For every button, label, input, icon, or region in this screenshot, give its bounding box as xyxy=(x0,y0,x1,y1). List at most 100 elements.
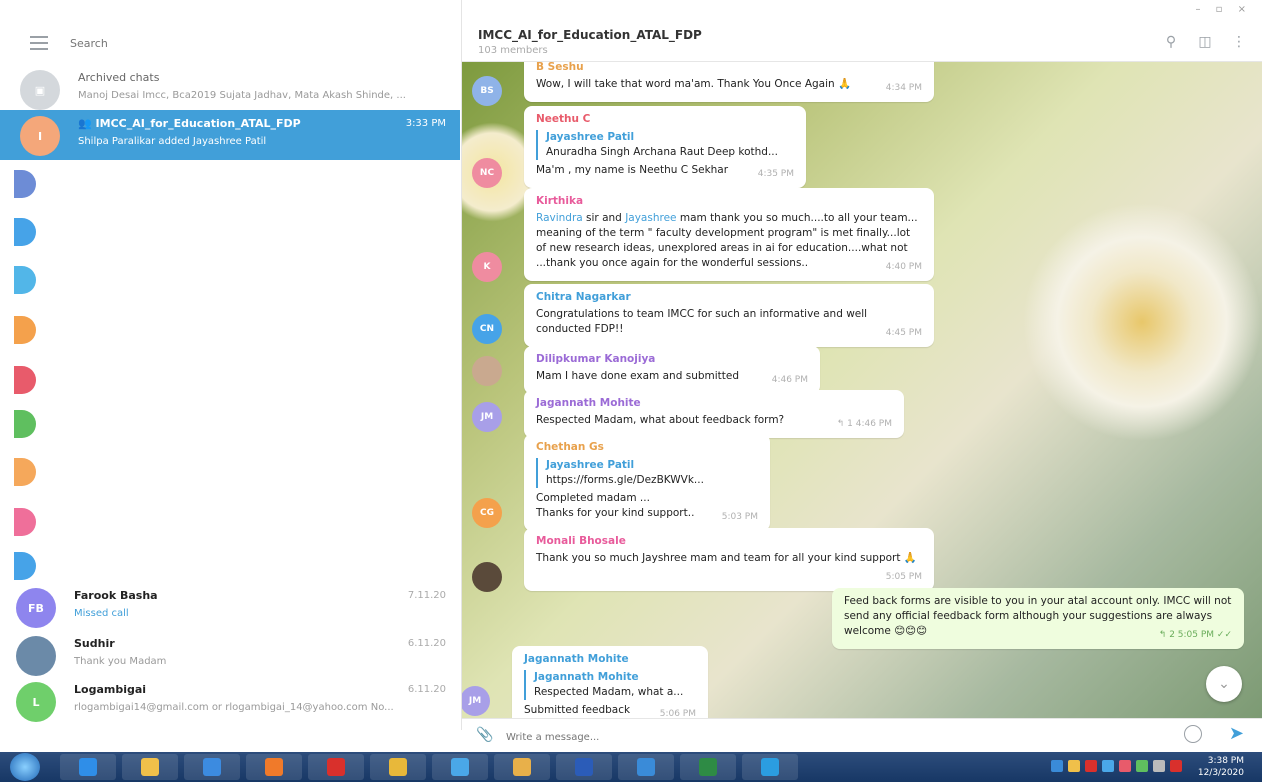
incoming-message[interactable]: Neethu C Jayashree Patil Anuradha Singh Ar… xyxy=(524,106,806,188)
incoming-message[interactable]: Jagannath Mohite Respected Madam, what ab… xyxy=(524,390,904,438)
reply-author: Jagannath Mohite xyxy=(534,671,639,683)
flag-icon[interactable] xyxy=(1170,760,1182,772)
chrome-icon xyxy=(389,758,407,776)
chat-item-imcc-group[interactable]: I 👥 IMCC_AI_for_Education_ATAL_FDP Shilp… xyxy=(0,110,460,160)
avatar: L xyxy=(16,682,56,722)
sender-name[interactable]: Dilipkumar Kanojiya xyxy=(536,352,808,367)
taskbar-media-button[interactable] xyxy=(184,754,240,780)
incoming-message[interactable]: Chethan Gs Jayashree Patil https://forms.g… xyxy=(524,434,770,531)
archived-subtitle: Manoj Desai Imcc, Bca2019 Sujata Jadhav,… xyxy=(78,90,406,101)
chat-avatar-partial[interactable] xyxy=(14,218,36,246)
chat-item-logambigai[interactable]: L Logambigai rlogambigai14@gmail.com or … xyxy=(0,676,460,726)
tray-icon[interactable] xyxy=(1068,760,1080,772)
sender-name[interactable]: Jagannath Mohite xyxy=(524,652,696,667)
mention[interactable]: Jayashree xyxy=(625,212,676,224)
acrobat-icon xyxy=(327,758,345,776)
sender-avatar[interactable]: JM xyxy=(472,402,502,432)
sender-name[interactable]: Jagannath Mohite xyxy=(536,396,892,411)
taskbar-telegram-button[interactable] xyxy=(742,754,798,780)
attach-icon[interactable]: 📎 xyxy=(476,727,493,743)
sender-name[interactable]: B Seshu xyxy=(536,62,922,75)
sender-avatar[interactable] xyxy=(472,562,502,592)
incoming-message[interactable]: Dilipkumar Kanojiya Mam I have done exam … xyxy=(524,346,820,394)
tray-icon[interactable] xyxy=(1136,760,1148,772)
message-time: 4:40 PM xyxy=(885,262,922,272)
reply-quote[interactable]: Jayashree Patil Anuradha Singh Archana Ra… xyxy=(536,130,794,160)
taskbar-file-explorer-button[interactable] xyxy=(122,754,178,780)
reply-quote[interactable]: Jagannath Mohite Respected Madam, what a.… xyxy=(524,670,696,700)
chat-avatar-partial[interactable] xyxy=(14,316,36,344)
message-time: 5:05 PM xyxy=(885,572,922,582)
chat-avatar-partial[interactable] xyxy=(14,552,36,580)
sender-avatar[interactable]: CG xyxy=(472,498,502,528)
sender-avatar[interactable]: NC xyxy=(472,158,502,188)
internet-explorer-icon xyxy=(79,758,97,776)
tray-icon[interactable] xyxy=(1051,760,1063,772)
chat-item-sudhir[interactable]: Sudhir Thank you Madam 6.11.20 xyxy=(0,630,460,680)
reply-quote[interactable]: Jayashree Patil https://forms.gle/DezBKWV… xyxy=(536,458,758,488)
chat-time: 6.11.20 xyxy=(407,638,446,649)
taskbar-folder-button[interactable] xyxy=(494,754,550,780)
chat-avatar-partial[interactable] xyxy=(14,410,36,438)
sender-name[interactable]: Kirthika xyxy=(536,194,922,209)
sender-name[interactable]: Chethan Gs xyxy=(536,440,758,455)
taskbar-presentation-button[interactable] xyxy=(618,754,674,780)
message-text: Ma'm , my name is Neethu C Sekhar 4:35 PM xyxy=(536,163,794,179)
chat-time: 6.11.20 xyxy=(407,684,446,695)
taskbar-network-button[interactable] xyxy=(432,754,488,780)
tray-icon[interactable] xyxy=(1102,760,1114,772)
taskbar-clock[interactable]: 3:38 PM 12/3/2020 xyxy=(1198,755,1244,779)
taskbar-excel-button[interactable] xyxy=(680,754,736,780)
start-button[interactable] xyxy=(10,753,40,781)
tray-icon[interactable] xyxy=(1085,760,1097,772)
sender-name[interactable]: Neethu C xyxy=(536,112,794,127)
sender-name[interactable]: Chitra Nagarkar xyxy=(536,290,922,305)
taskbar-internet-explorer-button[interactable] xyxy=(60,754,116,780)
menu-icon[interactable] xyxy=(30,36,48,50)
mention[interactable]: Ravindra xyxy=(536,212,583,224)
firefox-icon xyxy=(265,758,283,776)
message-time: 4:45 PM xyxy=(885,328,922,338)
outgoing-message[interactable]: Feed back forms are visible to you in yo… xyxy=(832,588,1244,649)
message-time: ↰ 1 4:46 PM xyxy=(836,419,892,429)
volume-icon[interactable] xyxy=(1153,760,1165,772)
archived-chats-row[interactable]: ▣ Archived chats Manoj Desai Imcc, Bca20… xyxy=(0,64,460,114)
taskbar-acrobat-button[interactable] xyxy=(308,754,364,780)
sender-avatar[interactable] xyxy=(472,356,502,386)
message-text: Mam I have done exam and submitted 4:46 P… xyxy=(536,369,808,385)
chat-avatar-partial[interactable] xyxy=(14,266,36,294)
chat-header[interactable]: IMCC_AI_for_Education_ATAL_FDP 103 membe… xyxy=(462,20,1262,62)
incoming-message[interactable]: B Seshu Wow, I will take that word ma'am.… xyxy=(524,62,934,102)
sender-avatar[interactable]: JM xyxy=(462,686,490,716)
chat-avatar-partial[interactable] xyxy=(14,170,36,198)
message-composer: 📎 ➤ xyxy=(462,718,1262,754)
message-text: Congratulations to team IMCC for such an… xyxy=(536,307,922,338)
send-icon[interactable]: ➤ xyxy=(1229,723,1244,744)
chat-item-farook-basha[interactable]: FB Farook Basha Missed call 7.11.20 xyxy=(0,582,460,632)
incoming-message[interactable]: Kirthika Ravindra sir and Jayashree mam t… xyxy=(524,188,934,281)
chat-avatar-partial[interactable] xyxy=(14,458,36,486)
sender-avatar[interactable]: BS xyxy=(472,76,502,106)
window-controls[interactable]: – ▫ × xyxy=(1195,4,1252,15)
avatar xyxy=(16,636,56,676)
chat-avatar-partial[interactable] xyxy=(14,508,36,536)
sender-avatar[interactable]: K xyxy=(472,252,502,282)
sidebar-toggle-icon[interactable]: ◫ xyxy=(1196,33,1214,51)
search-input[interactable] xyxy=(70,30,450,56)
taskbar-chrome-button[interactable] xyxy=(370,754,426,780)
more-options-icon[interactable]: ⋮ xyxy=(1230,33,1248,51)
incoming-message[interactable]: Chitra Nagarkar Congratulations to team I… xyxy=(524,284,934,347)
sender-avatar[interactable]: CN xyxy=(472,314,502,344)
chat-avatar-partial[interactable] xyxy=(14,366,36,394)
incoming-message[interactable]: Jagannath Mohite Jagannath Mohite Respecte… xyxy=(512,646,708,718)
tray-icon[interactable] xyxy=(1119,760,1131,772)
emoji-icon[interactable] xyxy=(1184,725,1202,743)
taskbar-word-button[interactable] xyxy=(556,754,612,780)
message-input[interactable] xyxy=(506,727,1166,747)
sender-name[interactable]: Monali Bhosale xyxy=(536,534,922,549)
member-count: 103 members xyxy=(478,45,548,56)
scroll-down-button[interactable]: ⌄ xyxy=(1206,666,1242,702)
taskbar-firefox-button[interactable] xyxy=(246,754,302,780)
incoming-message[interactable]: Monali Bhosale Thank you so much Jayshree… xyxy=(524,528,934,591)
search-icon[interactable]: ⚲ xyxy=(1162,33,1180,51)
